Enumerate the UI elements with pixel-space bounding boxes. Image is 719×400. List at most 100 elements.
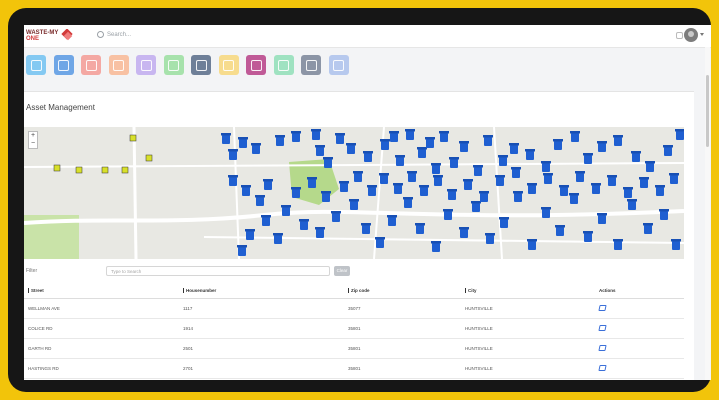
table-row[interactable]: COLICE RD 1914 35801 HUNTSVILLE: [24, 318, 684, 339]
bin-marker-icon[interactable]: [315, 227, 325, 238]
bin-marker-icon[interactable]: [323, 157, 333, 168]
bin-marker-icon[interactable]: [511, 167, 521, 178]
search-bar[interactable]: Search...: [97, 31, 131, 38]
bin-marker-icon[interactable]: [375, 237, 385, 248]
column-street[interactable]: Street: [24, 283, 182, 299]
scrollbar-thumb[interactable]: [706, 75, 709, 147]
bin-marker-icon[interactable]: [583, 231, 593, 242]
bin-marker-icon[interactable]: [543, 173, 553, 184]
bin-marker-icon[interactable]: [299, 219, 309, 230]
bin-marker-icon[interactable]: [380, 139, 390, 150]
module-tile-button[interactable]: [328, 55, 349, 75]
bin-marker-icon[interactable]: [513, 191, 523, 202]
bin-marker-icon[interactable]: [575, 171, 585, 182]
scrollbar[interactable]: [705, 47, 710, 380]
bin-marker-icon[interactable]: [339, 181, 349, 192]
column-city[interactable]: City: [464, 283, 598, 299]
module-tile-button[interactable]: [218, 55, 239, 75]
bin-marker-icon[interactable]: [311, 129, 321, 140]
bin-marker-icon[interactable]: [631, 151, 641, 162]
bin-marker-icon[interactable]: [527, 239, 537, 250]
table-row[interactable]: HASTINGS RD 2701 35801 HUNTSVILLE: [24, 358, 684, 379]
bin-marker-icon[interactable]: [307, 177, 317, 188]
bin-marker-icon[interactable]: [499, 217, 509, 228]
bin-marker-icon[interactable]: [597, 213, 607, 224]
module-tile-button[interactable]: [81, 55, 101, 75]
bin-marker-icon[interactable]: [645, 161, 655, 172]
bin-marker-icon[interactable]: [291, 187, 301, 198]
asset-map[interactable]: + −: [24, 127, 684, 259]
bin-marker-icon[interactable]: [555, 225, 565, 236]
bin-marker-icon[interactable]: [361, 223, 371, 234]
column-zip-code[interactable]: Zip code: [347, 283, 464, 299]
bin-marker-icon[interactable]: [541, 161, 551, 172]
bin-marker-icon[interactable]: [403, 197, 413, 208]
bin-marker-icon[interactable]: [335, 133, 345, 144]
bin-marker-icon[interactable]: [479, 191, 489, 202]
bin-marker-icon[interactable]: [463, 179, 473, 190]
bin-marker-icon[interactable]: [559, 185, 569, 196]
bin-marker-icon[interactable]: [483, 135, 493, 146]
avatar[interactable]: [684, 28, 698, 42]
zoom-out-button[interactable]: −: [29, 140, 37, 148]
bin-marker-icon[interactable]: [241, 185, 251, 196]
bin-marker-icon[interactable]: [675, 129, 684, 140]
bin-marker-icon[interactable]: [591, 183, 601, 194]
bin-marker-icon[interactable]: [471, 201, 481, 212]
edit-icon[interactable]: [598, 345, 607, 351]
bin-marker-icon[interactable]: [431, 163, 441, 174]
clear-button[interactable]: Clear: [334, 266, 350, 276]
module-tile-button[interactable]: [246, 55, 266, 75]
bin-marker-icon[interactable]: [541, 207, 551, 218]
bin-marker-icon[interactable]: [281, 205, 291, 216]
bin-marker-icon[interactable]: [415, 223, 425, 234]
bin-marker-icon[interactable]: [321, 191, 331, 202]
bin-marker-icon[interactable]: [387, 215, 397, 226]
bin-marker-icon[interactable]: [221, 133, 231, 144]
bin-marker-icon[interactable]: [525, 149, 535, 160]
bin-marker-icon[interactable]: [553, 139, 563, 150]
bin-marker-icon[interactable]: [527, 183, 537, 194]
bin-marker-icon[interactable]: [655, 185, 665, 196]
bin-marker-icon[interactable]: [509, 143, 519, 154]
bin-marker-icon[interactable]: [251, 143, 261, 154]
bin-marker-icon[interactable]: [346, 143, 356, 154]
bin-marker-icon[interactable]: [228, 175, 238, 186]
bin-marker-icon[interactable]: [261, 215, 271, 226]
bin-marker-icon[interactable]: [417, 147, 427, 158]
bin-marker-icon[interactable]: [597, 141, 607, 152]
bin-marker-icon[interactable]: [607, 175, 617, 186]
bin-marker-icon[interactable]: [431, 241, 441, 252]
bin-marker-icon[interactable]: [671, 239, 681, 250]
bin-marker-icon[interactable]: [419, 185, 429, 196]
module-tile-button[interactable]: [273, 55, 294, 75]
bin-marker-icon[interactable]: [569, 193, 579, 204]
bin-marker-icon[interactable]: [273, 233, 283, 244]
bin-marker-icon[interactable]: [613, 239, 623, 250]
notification-icon[interactable]: [676, 32, 683, 39]
bin-marker-icon[interactable]: [639, 177, 649, 188]
bin-marker-icon[interactable]: [349, 199, 359, 210]
bin-marker-icon[interactable]: [627, 199, 637, 210]
bin-marker-icon[interactable]: [315, 145, 325, 156]
bin-marker-icon[interactable]: [405, 129, 415, 140]
bin-marker-icon[interactable]: [263, 179, 273, 190]
bin-marker-icon[interactable]: [238, 137, 248, 148]
edit-icon[interactable]: [598, 325, 607, 331]
bin-marker-icon[interactable]: [443, 209, 453, 220]
bin-marker-icon[interactable]: [669, 173, 679, 184]
app-logo[interactable]: WASTE-MY ONE: [26, 27, 74, 45]
edit-icon[interactable]: [598, 305, 607, 311]
bin-marker-icon[interactable]: [447, 189, 457, 200]
bin-marker-icon[interactable]: [379, 173, 389, 184]
bin-marker-icon[interactable]: [331, 211, 341, 222]
table-row[interactable]: GARTH RD 2501 35801 HUNTSVILLE: [24, 338, 684, 359]
bin-marker-icon[interactable]: [643, 223, 653, 234]
bin-marker-icon[interactable]: [449, 157, 459, 168]
bin-marker-icon[interactable]: [473, 165, 483, 176]
bin-marker-icon[interactable]: [663, 145, 673, 156]
module-tile-button[interactable]: [136, 55, 156, 75]
bin-marker-icon[interactable]: [570, 131, 580, 142]
bin-marker-icon[interactable]: [228, 149, 238, 160]
bin-marker-icon[interactable]: [389, 131, 399, 142]
